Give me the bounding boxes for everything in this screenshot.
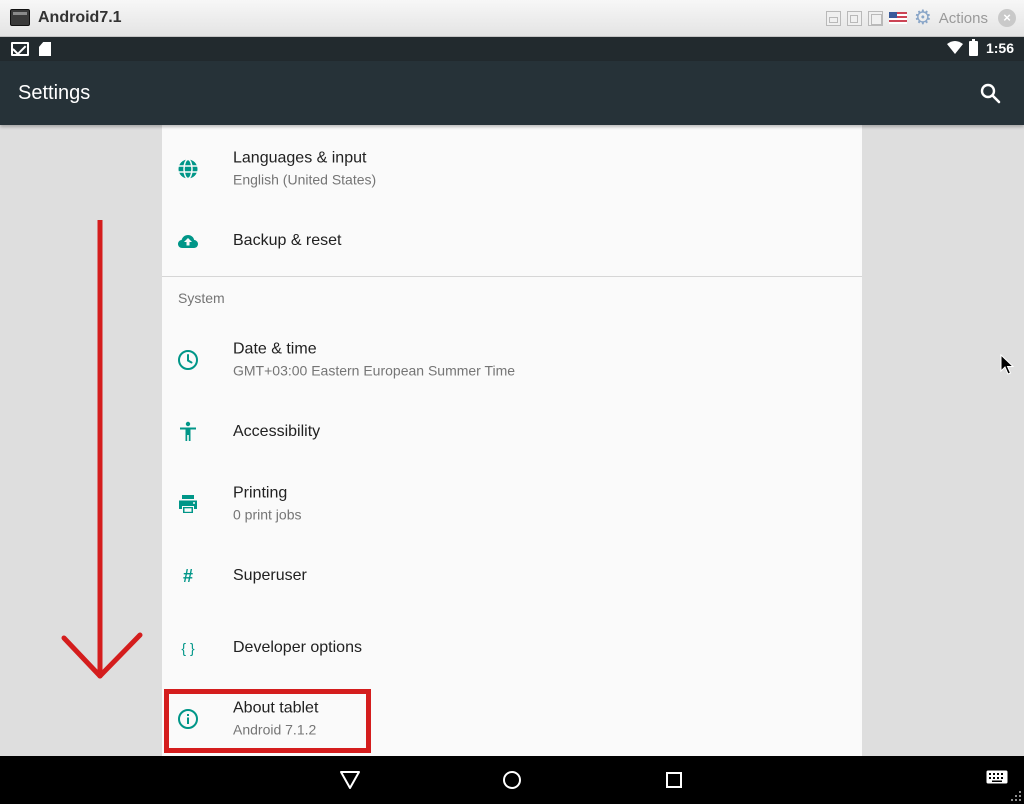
emulator-title-bar: Android7.1 ⚙ Actions × (0, 0, 1024, 37)
restore-icon[interactable] (846, 10, 862, 26)
section-header-system: System (178, 290, 225, 306)
home-icon[interactable] (500, 768, 524, 792)
gmail-icon (11, 42, 29, 56)
globe-icon (176, 157, 200, 181)
item-title: Superuser (233, 567, 307, 584)
actions-menu-button[interactable]: Actions (939, 10, 988, 27)
mouse-cursor-icon (1000, 354, 1014, 375)
status-time: 1:56 (985, 40, 1014, 56)
page-title: Settings (18, 82, 91, 104)
item-title: Date & time (233, 340, 317, 358)
back-icon[interactable] (338, 768, 362, 792)
status-bar-right: 1:56 (946, 38, 1014, 56)
item-title: Accessibility (233, 423, 321, 440)
item-title: Printing (233, 484, 288, 502)
app-bar: Settings (0, 61, 1024, 125)
settings-item-languages[interactable]: Languages & input English (United States… (162, 133, 862, 205)
close-icon[interactable]: × (998, 9, 1016, 27)
resize-grip-icon[interactable] (1008, 788, 1022, 802)
minimize-icon[interactable] (825, 10, 841, 26)
settings-item-backup[interactable]: Backup & reset (162, 205, 862, 277)
item-subtitle: English (United States) (233, 171, 377, 188)
language-flag-icon[interactable] (888, 12, 907, 24)
emulator-app-icon (10, 9, 30, 26)
item-subtitle: GMT+03:00 Eastern European Summer Time (233, 362, 516, 379)
section-divider (162, 276, 862, 277)
settings-list[interactable]: Languages & input English (United States… (162, 125, 862, 756)
maximize-icon[interactable] (867, 10, 883, 26)
recents-icon[interactable] (662, 768, 686, 792)
settings-item-accessibility[interactable]: Accessibility (162, 396, 862, 468)
battery-icon (968, 38, 978, 56)
scroll-down-arrow (61, 220, 143, 679)
gear-icon[interactable]: ⚙ (913, 8, 933, 28)
item-subtitle: 0 print jobs (233, 506, 302, 523)
item-title: Languages & input (233, 149, 367, 167)
status-bar: 1:56 (0, 37, 1024, 61)
emulator-window-controls: ⚙ Actions × (825, 8, 1016, 28)
cloud-upload-icon (176, 229, 200, 253)
wifi-icon (946, 41, 963, 54)
settings-item-superuser[interactable]: # Superuser (162, 540, 862, 612)
settings-item-date-time[interactable]: Date & time GMT+03:00 Eastern European S… (162, 324, 862, 396)
sd-card-icon (39, 42, 51, 56)
clock-icon (176, 348, 200, 372)
accessibility-icon (176, 420, 200, 444)
search-icon[interactable] (978, 81, 1002, 105)
settings-item-developer-options[interactable]: { } Developer options (162, 612, 862, 684)
highlight-box (164, 689, 371, 753)
item-title: Developer options (233, 639, 362, 656)
printer-icon (176, 492, 200, 516)
hash-icon: # (182, 566, 193, 586)
braces-icon: { } (181, 640, 195, 656)
settings-item-printing[interactable]: Printing 0 print jobs (162, 468, 862, 540)
keyboard-icon[interactable] (986, 770, 1008, 786)
item-title: Backup & reset (233, 232, 342, 249)
navigation-bar (0, 756, 1024, 804)
emulator-window-title: Android7.1 (38, 9, 122, 26)
